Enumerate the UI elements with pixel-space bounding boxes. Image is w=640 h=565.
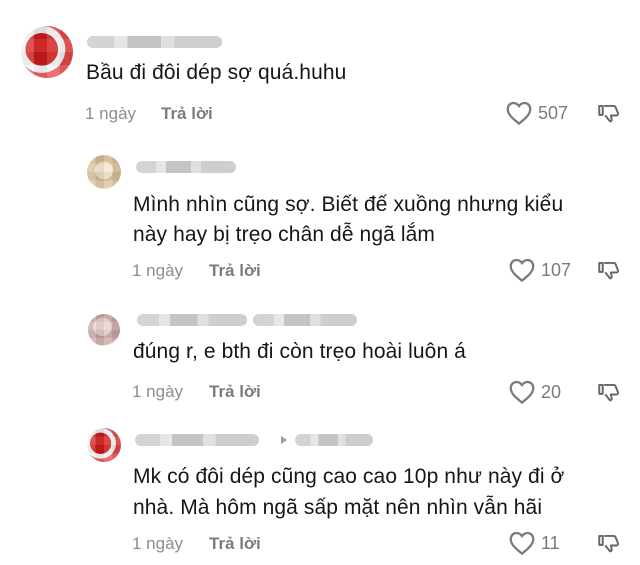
like-button[interactable]: 107 [507,255,571,285]
blurred-username[interactable] [87,36,222,48]
comment-time: 1 ngày [132,261,184,280]
comment-text: đúng r, e bth đi còn trẹo hoài luôn á [133,340,466,363]
like-count: 20 [541,381,562,402]
thumbs-down-outline-icon[interactable] [596,100,622,126]
heart-outline-icon [509,531,535,556]
comment-time: 1 ngày [85,104,137,123]
blurred-reply-target[interactable] [295,434,373,446]
comment-text-line1: Mình nhìn cũng sợ. Biết đế xuồng nhưng k… [133,193,564,216]
like-button[interactable]: 20 [507,377,561,407]
comment-text: Bầu đi đôi dép sợ quá.huhu [86,61,347,84]
blurred-username[interactable] [135,434,259,446]
avatar[interactable] [88,314,120,346]
reply-button[interactable]: Trả lời [209,382,261,402]
thumbs-down-outline-icon[interactable] [596,530,622,556]
heart-outline-icon [509,258,535,283]
blurred-username[interactable] [137,314,247,326]
reply-arrow-icon [281,436,287,444]
comment-time: 1 ngày [132,534,184,553]
reply-button[interactable]: Trả lời [161,104,213,124]
like-count: 507 [538,102,569,123]
reply-button[interactable]: Trả lời [209,534,261,554]
comment-text-line1: Mk có đôi dép cũng cao cao 10p như này đ… [133,465,565,488]
avatar[interactable] [21,26,73,78]
avatar[interactable] [87,155,121,189]
thumbs-down-outline-icon[interactable] [596,379,622,405]
comment-item: Mk có đôi dép cũng cao cao 10p như này đ… [0,418,640,565]
blurred-username[interactable] [136,161,236,173]
heart-outline-icon [509,380,535,405]
blurred-reply-target[interactable] [253,314,357,326]
reply-button[interactable]: Trả lời [209,261,261,281]
comment-time: 1 ngày [132,382,184,401]
avatar[interactable] [87,428,121,462]
comment-text-line2: nhà. Mà hôm ngã sấp mặt nên nhìn vẫn hãi [133,496,543,519]
comment-item: đúng r, e bth đi còn trẹo hoài luôn á 1 … [0,302,640,420]
like-count: 11 [541,532,560,553]
comment-item: Bầu đi đôi dép sợ quá.huhu 1 ngày Trả lờ… [0,0,640,140]
like-count: 107 [541,259,572,280]
comment-text-line2: này hay bị trẹo chân dễ ngã lắm [133,223,435,246]
thumbs-down-outline-icon[interactable] [596,257,622,283]
like-button[interactable]: 507 [504,98,568,128]
heart-outline-icon [506,101,532,126]
like-button[interactable]: 11 [507,528,560,558]
comment-item: Mình nhìn cũng sợ. Biết đế xuồng nhưng k… [0,145,640,293]
